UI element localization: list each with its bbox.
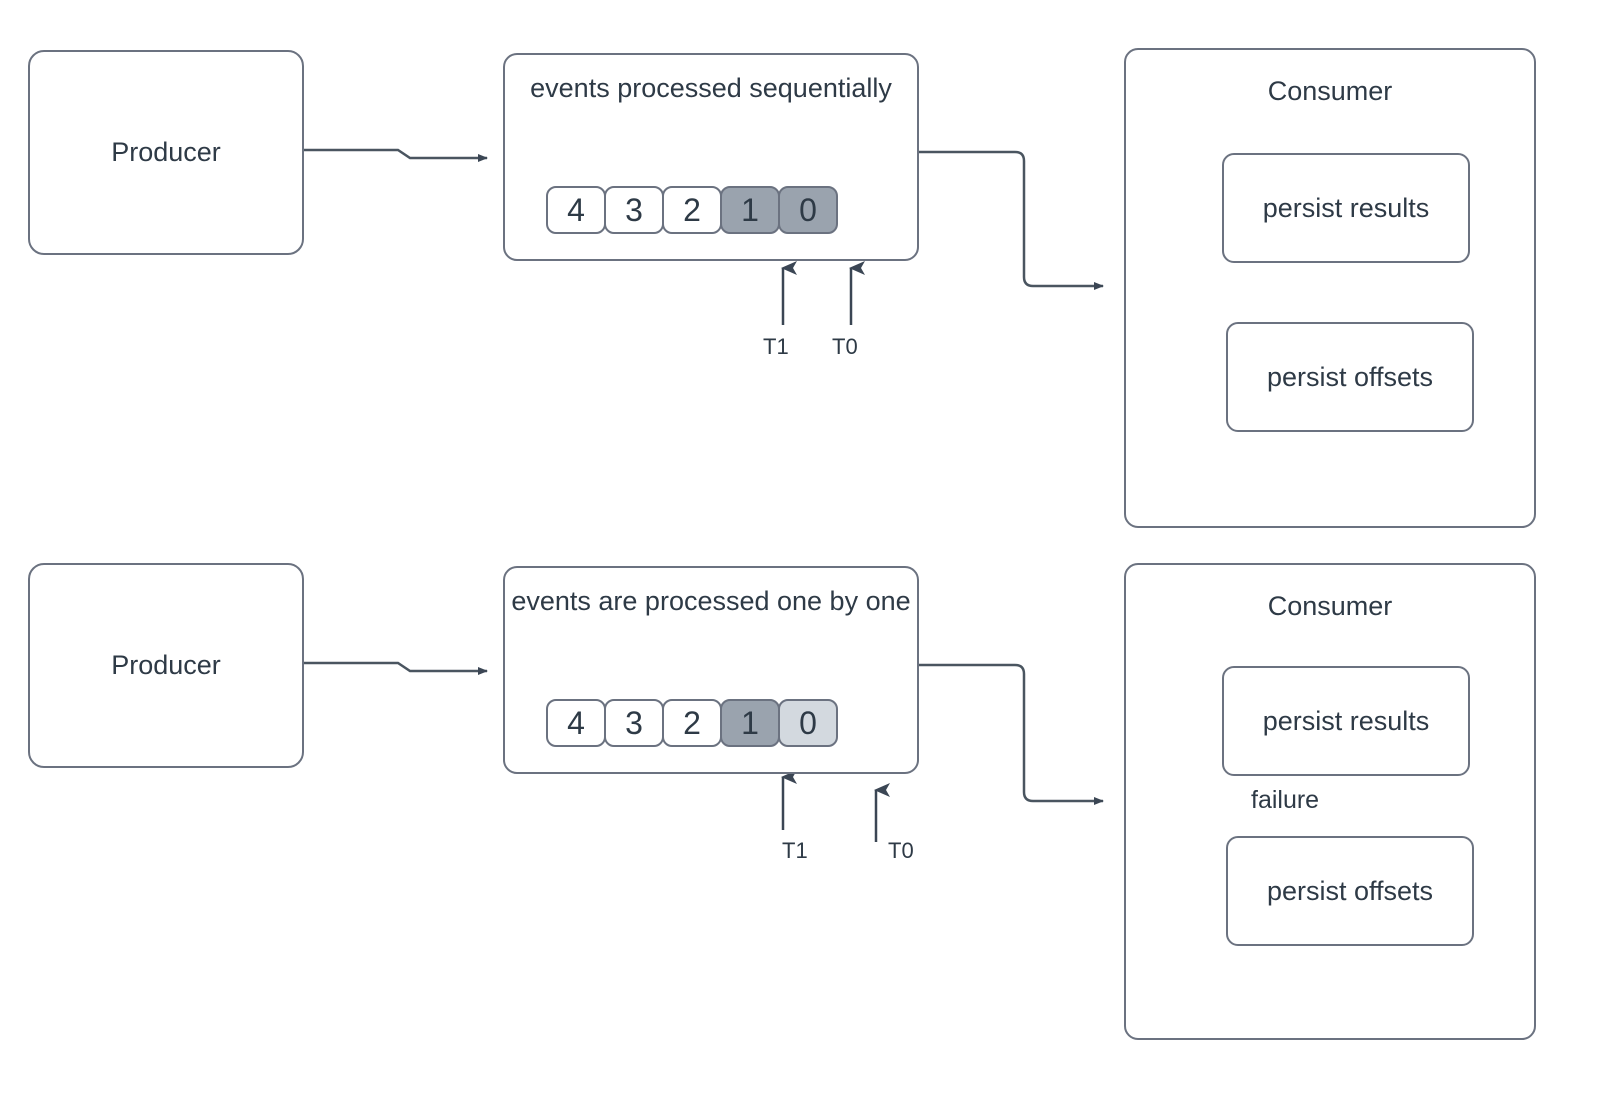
persist-results-box-row2[interactable]: persist results bbox=[1222, 666, 1470, 776]
consumer-box-row1[interactable]: Consumer bbox=[1124, 48, 1536, 528]
tick-label-t0-row1: T0 bbox=[832, 334, 858, 359]
consumer-title-row1: Consumer bbox=[1267, 76, 1393, 106]
event-cell-strip-row2: 4 3 2 1 0 bbox=[546, 699, 838, 747]
consumer-box-row2[interactable]: Consumer bbox=[1124, 563, 1536, 1040]
events-title-row2: events are processed one by one bbox=[511, 586, 911, 616]
event-cell[interactable]: 2 bbox=[662, 186, 722, 234]
event-cell[interactable]: 1 bbox=[720, 699, 780, 747]
event-cell[interactable]: 4 bbox=[546, 699, 606, 747]
event-cell[interactable]: 1 bbox=[720, 186, 780, 234]
failure-edge-label: failure bbox=[1251, 786, 1320, 814]
producer-label-row1: Producer bbox=[111, 137, 221, 168]
link-events-to-consumer-row2 bbox=[919, 663, 1104, 805]
event-cell[interactable]: 3 bbox=[604, 186, 664, 234]
producer-label-row2: Producer bbox=[111, 650, 221, 681]
event-cell[interactable]: 0 bbox=[778, 699, 838, 747]
producer-box-row2[interactable]: Producer bbox=[28, 563, 304, 768]
consumer-title-row2: Consumer bbox=[1267, 591, 1393, 621]
link-events-to-consumer-row1 bbox=[919, 150, 1104, 290]
diagram-canvas: Producer events processed sequentially 4… bbox=[0, 0, 1602, 1094]
event-cell[interactable]: 3 bbox=[604, 699, 664, 747]
tick-label-t1-row2: T1 bbox=[782, 838, 808, 863]
persist-offsets-box-row1[interactable]: persist offsets bbox=[1226, 322, 1474, 432]
event-cell-strip-row1: 4 3 2 1 0 bbox=[546, 186, 838, 234]
events-title-row1: events processed sequentially bbox=[530, 73, 892, 103]
link-producer-to-events-row1 bbox=[304, 148, 488, 162]
event-cell[interactable]: 2 bbox=[662, 699, 722, 747]
link-producer-to-events-row2 bbox=[304, 661, 488, 675]
persist-results-box-row1[interactable]: persist results bbox=[1222, 153, 1470, 263]
event-cell[interactable]: 0 bbox=[778, 186, 838, 234]
tick-label-t1-row1: T1 bbox=[763, 334, 789, 359]
persist-offsets-box-row2[interactable]: persist offsets bbox=[1226, 836, 1474, 946]
tick-label-t0-row2: T0 bbox=[888, 838, 914, 863]
event-cell[interactable]: 4 bbox=[546, 186, 606, 234]
producer-box-row1[interactable]: Producer bbox=[28, 50, 304, 255]
